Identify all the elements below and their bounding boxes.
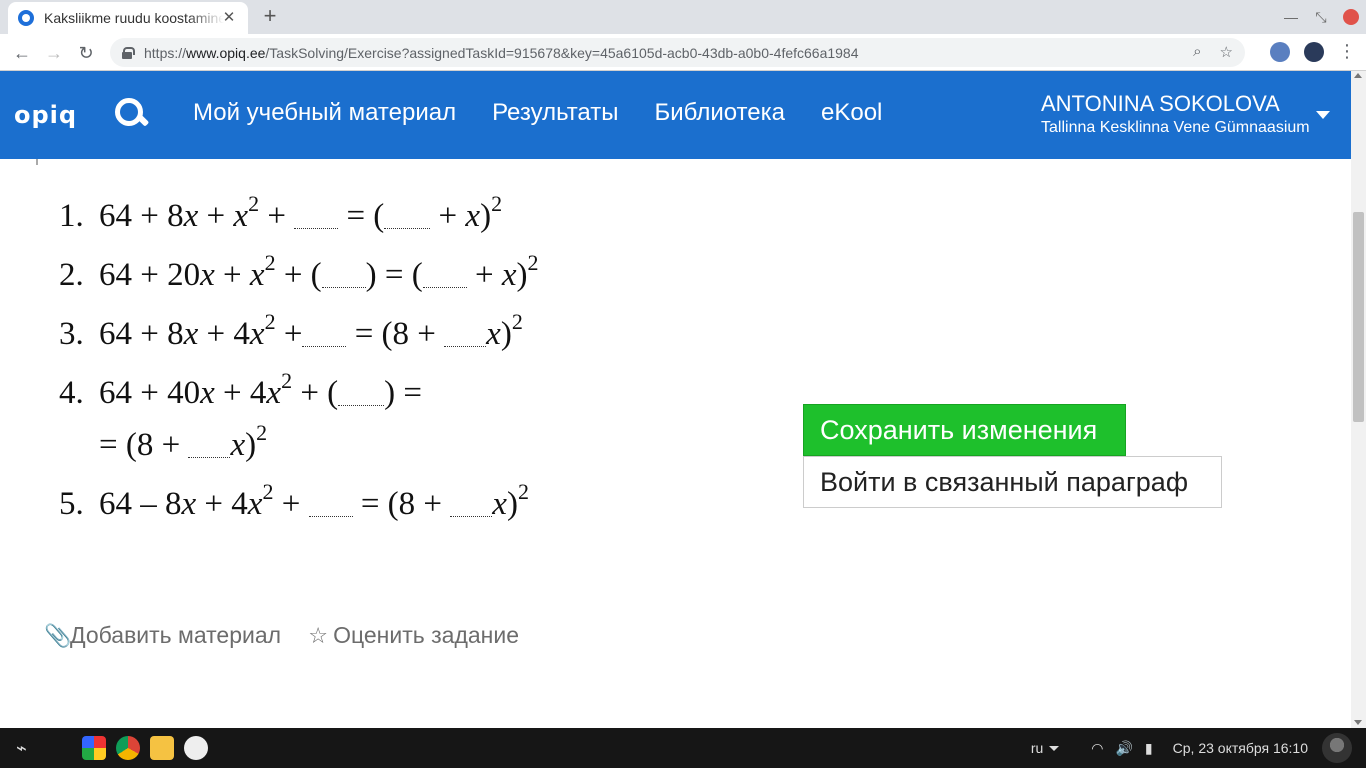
app-shelf [82,736,208,760]
user-menu[interactable]: ANTONINA SOKOLOVA Tallinna Kesklinna Ven… [1041,91,1310,137]
extension-icon[interactable] [1270,41,1290,62]
answer-blank[interactable] [444,321,487,347]
paperclip-icon: 📎 [44,622,72,648]
exercise-number: 3. [59,316,84,352]
site-header: opiq Мой учебный материал Результаты Биб… [0,71,1351,159]
back-icon[interactable]: ← [11,42,33,64]
media-player-icon[interactable] [184,736,208,760]
answer-blank[interactable] [188,432,231,458]
exercise-number: 1. [59,198,84,234]
volume-icon: 🔊 [1115,739,1133,756]
user-school: Tallinna Kesklinna Vene Gümnaasium [1041,119,1310,136]
restore-icon[interactable]: ⤡ [1306,0,1336,34]
rate-task-link[interactable]: ☆ Оценить задание [307,622,519,649]
answer-blank[interactable] [422,262,467,288]
opiq-favicon-icon [18,10,34,26]
chevron-down-icon[interactable] [1316,111,1330,119]
exercise-number: 5. [59,486,84,522]
exercise-number: 2. [59,257,84,293]
browser-toolbar: ← → ↻ https://www.opiq.ee/TaskSolving/Ex… [0,34,1366,71]
exercise-content: 1. 64 + 8x + x2 + = ( + x)2 2. 64 + 20x … [0,159,1351,728]
reload-icon[interactable]: ↻ [75,42,97,64]
answer-blank[interactable] [338,380,385,406]
minimize-icon[interactable]: — [1276,0,1306,34]
opiq-logo[interactable]: opiq [14,101,77,129]
scroll-up-icon[interactable] [1354,73,1362,78]
add-material-link[interactable]: 📎 Добавить материал [44,622,281,649]
zoom-icon[interactable]: ⌕ [1193,43,1201,61]
main-nav: Мой учебный материал Результаты Библиоте… [193,99,882,127]
lock-icon [122,47,135,59]
battery-icon: ▮ [1144,739,1153,756]
menu-kebab-icon[interactable]: ⋮ [1338,41,1356,62]
window-controls: — ⤡ [1276,0,1366,34]
user-name: ANTONINA SOKOLOVA [1041,91,1280,116]
os-taskbar: ⌁ ru ◠ 🔊 ▮ Ср, 23 октября 16:10 [0,728,1366,768]
chrome-icon[interactable] [116,736,140,760]
files-icon[interactable] [150,736,174,760]
answer-blank[interactable] [302,321,347,347]
system-tray[interactable]: ru ◠ 🔊 ▮ Ср, 23 октября 16:10 [1031,728,1366,768]
new-tab-icon[interactable]: + [258,5,282,29]
language-indicator[interactable]: ru [1031,740,1060,756]
equation: 64 + 8x + x2 + = ( + x)2 [99,191,503,235]
profile-avatar-icon[interactable] [1304,41,1324,62]
forward-icon[interactable]: → [43,42,65,64]
scroll-down-icon[interactable] [1354,720,1362,725]
address-bar[interactable]: https://www.opiq.ee/TaskSolving/Exercise… [110,38,1245,67]
answer-blank[interactable] [450,491,493,517]
nav-my-material[interactable]: Мой учебный материал [193,99,456,127]
wifi-icon: ◠ [1091,739,1104,756]
answer-blank[interactable] [308,491,353,517]
tab-title: Kaksliikme ruudu koostamine [44,10,224,26]
avatar[interactable] [1322,733,1352,763]
nav-results[interactable]: Результаты [492,99,618,127]
answer-blank[interactable] [321,262,366,288]
nav-library[interactable]: Библиотека [655,99,786,127]
equation: 64 + 20x + x2 + () = ( + x)2 [99,250,539,294]
chevron-down-icon [1049,745,1060,751]
equation: 64 + 8x + 4x2 + = (8 + x)2 [99,309,523,353]
footer-actions: 📎 Добавить материал ☆ Оценить задание [44,622,519,649]
save-button[interactable]: Сохранить изменения [803,404,1126,456]
answer-blank[interactable] [294,203,339,229]
browser-tab[interactable]: Kaksliikme ruudu koostamine ✕ [8,2,248,34]
equation: 64 – 8x + 4x2 + = (8 + x)2 [99,479,529,523]
url-text: https://www.opiq.ee/TaskSolving/Exercise… [144,44,859,61]
bookmark-star-icon[interactable]: ☆ [1220,43,1233,61]
add-material-label: Добавить материал [70,622,282,648]
divider [36,159,38,165]
browser-tab-bar: Kaksliikme ruudu koostamine ✕ + — ⤡ [0,0,1366,34]
close-window-icon[interactable] [1336,0,1366,34]
search-icon[interactable] [115,98,147,130]
scroll-thumb[interactable] [1353,212,1364,422]
app-store-icon[interactable] [82,736,106,760]
close-tab-icon[interactable]: ✕ [220,9,238,27]
enter-paragraph-button[interactable]: Войти в связанный параграф [803,456,1222,508]
clock: Ср, 23 октября 16:10 [1172,740,1308,756]
equation: 64 + 40x + 4x2 + () = [99,368,423,412]
page-scrollbar[interactable] [1351,71,1366,728]
launcher-icon[interactable]: ⌁ [16,738,27,759]
equation: = (8 + x)2 [99,420,268,464]
answer-blank[interactable] [384,203,431,229]
star-icon: ☆ [308,622,328,648]
exercise-number: 4. [59,375,84,411]
rate-task-label: Оценить задание [333,622,520,648]
nav-ekool[interactable]: eKool [821,99,882,127]
